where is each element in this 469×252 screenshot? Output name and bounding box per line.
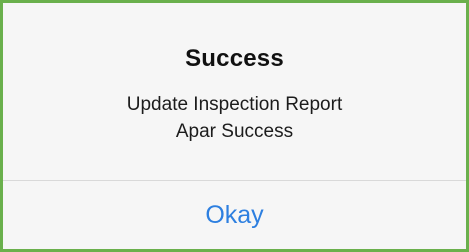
alert-message: Update Inspection Report Apar Success [3,91,466,145]
alert-message-line-1: Update Inspection Report [126,94,343,115]
alert-content: Success Update Inspection Report Apar Su… [3,3,466,180]
success-alert-dialog: Success Update Inspection Report Apar Su… [3,3,466,249]
alert-message-line-2: Apar Success [175,121,294,142]
okay-button[interactable]: Okay [3,181,466,249]
alert-title: Success [185,45,284,72]
